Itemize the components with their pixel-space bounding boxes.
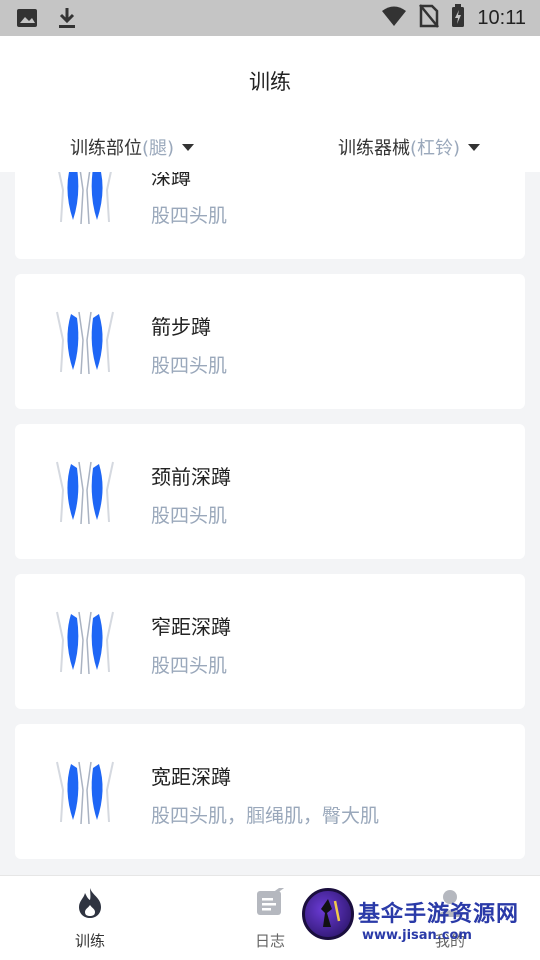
equipment-filter[interactable]: 训练器械 (杠铃) (338, 134, 480, 160)
battery-charging-icon (451, 4, 465, 32)
watermark-title: 基伞手游资源网 (358, 902, 520, 927)
top-header: 训练 训练部位 (腿) 训练器械 (杠铃) (0, 36, 540, 172)
leg-muscle-thumbnail (43, 300, 127, 380)
exercise-card[interactable]: 箭步蹲 股四头肌 (15, 274, 525, 409)
exercise-name: 箭步蹲 (151, 315, 211, 339)
watermark: 基伞手游资源网 www.jisan.com (302, 886, 540, 960)
equipment-filter-value: (杠铃) (409, 138, 460, 159)
wifi-icon (381, 5, 407, 31)
exercise-card[interactable]: 颈前深蹲 股四头肌 (15, 424, 525, 559)
watermark-url: www.jisan.com (362, 928, 472, 943)
body-part-filter-value: (腿) (142, 138, 175, 159)
download-notification-icon (56, 6, 78, 34)
exercise-card[interactable]: 窄距深蹲 股四头肌 (15, 574, 525, 709)
tab-training[interactable]: 训练 (45, 886, 135, 951)
exercise-card[interactable]: 深蹲 股四头肌 (15, 172, 525, 259)
exercise-name: 颈前深蹲 (151, 465, 231, 489)
leg-muscle-thumbnail (43, 172, 127, 230)
flame-icon (45, 886, 135, 920)
leg-muscle-thumbnail (43, 450, 127, 530)
image-notification-icon (16, 8, 38, 32)
page-title: 训练 (249, 70, 291, 94)
status-bar: 10:11 (0, 0, 540, 36)
no-sim-icon (419, 4, 440, 32)
body-part-filter-label: 训练部位 (70, 138, 142, 159)
exercise-name: 宽距深蹲 (151, 765, 231, 789)
exercise-list[interactable]: 深蹲 股四头肌 箭步蹲 股四头肌 颈前深蹲 股四头肌 窄距深蹲 股四头肌 宽距深… (0, 172, 540, 875)
equipment-filter-label: 训练器械 (337, 138, 410, 159)
clock-time: 10:11 (477, 6, 526, 29)
watermark-logo-icon (302, 888, 354, 940)
caret-down-icon (182, 143, 195, 151)
leg-muscle-thumbnail (43, 600, 127, 680)
exercise-name: 深蹲 (151, 172, 191, 189)
exercise-name: 窄距深蹲 (151, 615, 231, 639)
tab-training-label: 训练 (74, 932, 105, 950)
body-part-filter[interactable]: 训练部位 (腿) (70, 134, 195, 160)
exercise-muscles: 股四头肌 (151, 655, 228, 677)
exercise-muscles: 股四头肌 (151, 355, 228, 377)
exercise-muscles: 股四头肌，腘绳肌，臀大肌 (151, 805, 380, 827)
exercise-muscles: 股四头肌 (151, 505, 228, 527)
exercise-card[interactable]: 宽距深蹲 股四头肌，腘绳肌，臀大肌 (15, 724, 525, 859)
exercise-muscles: 股四头肌 (151, 205, 228, 227)
caret-down-icon (468, 143, 480, 151)
leg-muscle-thumbnail (43, 750, 127, 830)
